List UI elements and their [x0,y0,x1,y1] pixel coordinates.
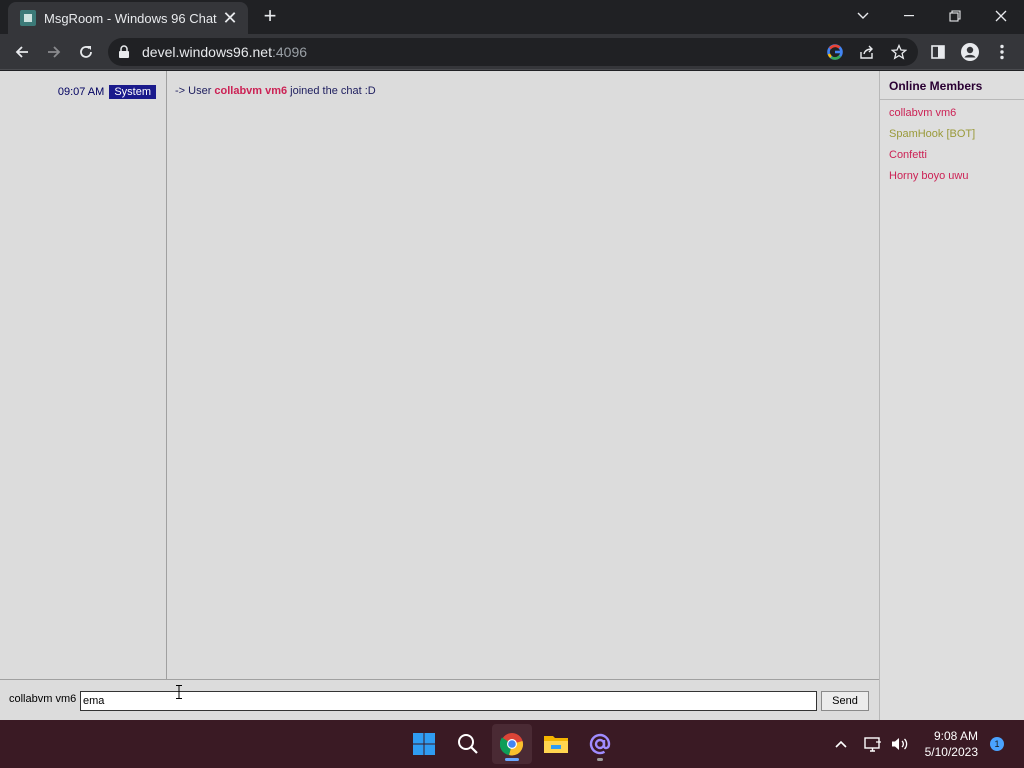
tab-title: MsgRoom - Windows 96 Chat [44,10,217,26]
message-meta-column: 09:07 AM System [0,71,167,679]
member-list: collabvm vm6 SpamHook [BOT] Confetti Horny … [880,100,1024,187]
system-message: -> User collabvm vm6 joined the chat :D [175,85,376,97]
url-host: devel.windows96.net [142,44,272,60]
back-arrow-icon[interactable] [8,38,36,66]
browser-tab-strip: MsgRoom - Windows 96 Chat ✕ + [0,0,1024,34]
notification-badge[interactable]: 1 [990,737,1004,751]
minimize-icon[interactable] [886,0,932,32]
url-port: :4096 [271,44,308,60]
browser-tab[interactable]: MsgRoom - Windows 96 Chat ✕ [8,2,248,34]
member-item[interactable]: SpamHook [BOT] [880,124,1024,145]
chrome-icon[interactable] [492,724,532,764]
kebab-menu-icon[interactable] [988,38,1016,66]
side-panel-icon[interactable] [924,38,952,66]
lock-icon[interactable] [118,45,132,59]
clock-date: 5/10/2023 [924,745,978,759]
close-window-icon[interactable] [978,0,1024,32]
clock-time: 9:08 AM [933,729,978,743]
share-icon[interactable] [856,41,878,63]
message-prefix: -> User [175,85,212,97]
tab-close-icon[interactable]: ✕ [222,9,238,27]
message-input[interactable] [80,691,817,711]
member-item[interactable]: Horny boyo uwu [880,166,1024,187]
message-meta: 09:07 AM System [58,85,156,99]
ibeam-cursor-icon [176,685,182,699]
send-button[interactable]: Send [821,691,869,711]
new-tab-button[interactable]: + [258,4,282,28]
nickname-label: collabvm vm6 [9,693,77,705]
msgroom-page: 09:07 AM System -> User collabvm vm6 joine… [0,71,1024,720]
msgroom-favicon-icon [20,10,36,26]
browser-toolbar: devel.windows96.net:4096 [0,34,1024,70]
address-bar[interactable]: devel.windows96.net:4096 [108,38,918,66]
chevron-up-icon[interactable] [830,740,852,748]
search-icon[interactable] [448,724,488,764]
forward-arrow-icon[interactable] [40,38,68,66]
profile-avatar-icon[interactable] [956,38,984,66]
network-display-icon[interactable] [858,736,888,752]
online-members-panel: Online Members collabvm vm6 SpamHook [BOT… [879,71,1024,720]
message-suffix: joined the chat :D [290,85,376,97]
message-username[interactable]: collabvm vm6 [214,85,287,97]
reload-icon[interactable] [72,38,100,66]
members-title: Online Members [880,71,1024,100]
member-item[interactable]: collabvm vm6 [880,103,1024,124]
start-windows-icon[interactable] [404,724,444,764]
system-tray [830,720,912,768]
taskbar-clock[interactable]: 9:08 AM 5/10/2023 [925,728,978,760]
mail-at-icon[interactable] [580,724,620,764]
file-explorer-folder-icon[interactable] [536,724,576,764]
running-app-indicator [597,758,603,761]
message-time: 09:07 AM [57,86,105,98]
volume-speaker-icon[interactable] [888,736,912,752]
member-item[interactable]: Confetti [880,145,1024,166]
restore-icon[interactable] [932,0,978,32]
sender-badge: System [109,85,156,99]
windows-taskbar: 9:08 AM 5/10/2023 1 [0,720,1024,768]
message-log: -> User collabvm vm6 joined the chat :D [167,71,879,679]
tab-search-chevron-down-icon[interactable] [840,0,886,32]
active-app-indicator [505,758,519,761]
google-icon[interactable] [824,41,846,63]
bookmark-star-icon[interactable] [888,41,910,63]
chat-input-bar: collabvm vm6 Send [0,679,879,720]
